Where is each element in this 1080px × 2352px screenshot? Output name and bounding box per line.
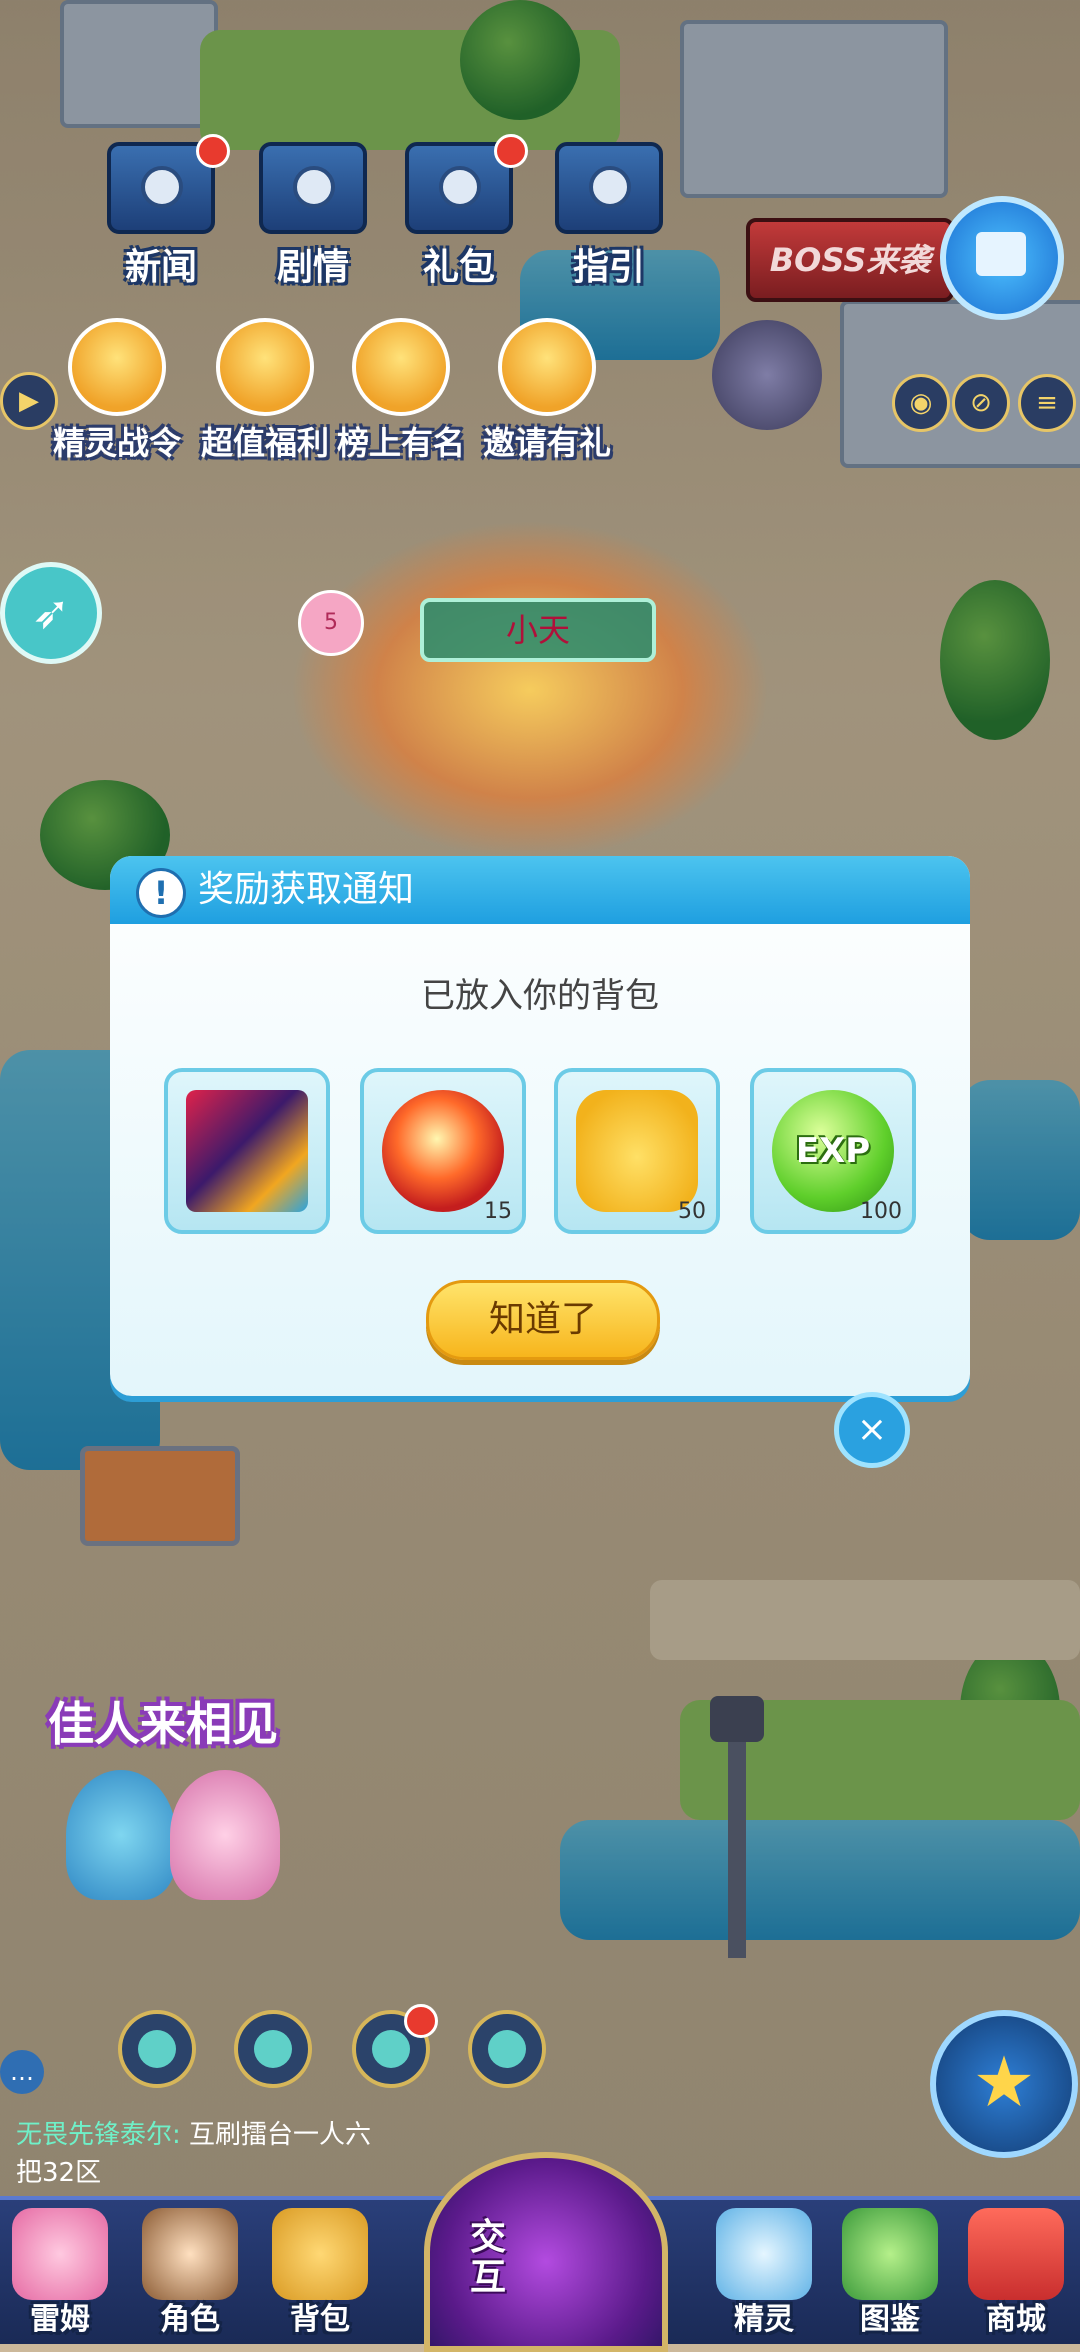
ranking-button[interactable]: 榜上有名 (326, 318, 476, 464)
confirm-button[interactable]: 知道了 (426, 1280, 660, 1360)
welfare-label: 超值福利 (200, 424, 329, 462)
news-label: 新闻 (124, 247, 197, 288)
street-lamp (710, 1696, 764, 1958)
nav-codex[interactable]: 图鉴 (830, 2200, 950, 2344)
bell-icon[interactable] (468, 2010, 546, 2088)
map-icon[interactable] (940, 196, 1064, 320)
nav-shop[interactable]: 商城 (956, 2200, 1076, 2344)
battle-pass-icon (68, 318, 166, 416)
story-label: 剧情 (276, 247, 349, 288)
guide-label: 指引 (572, 247, 645, 288)
fire-orb-icon (382, 1090, 504, 1212)
reward-notification-dialog: ! 奖励获取通知 已放入你的背包 15 50 EXP 100 知道了 (110, 856, 970, 1396)
expand-arrow-icon[interactable]: ▶ (0, 372, 58, 430)
dialog-title: 奖励获取通知 (198, 869, 415, 910)
event-banner-text[interactable]: 佳人来相见 (48, 1688, 278, 1754)
nav-label: 图鉴 (860, 2302, 920, 2337)
gift-pack-label: 礼包 (422, 247, 495, 288)
spirit-npc[interactable] (66, 1770, 176, 1900)
mecha-portrait-icon (186, 1090, 308, 1212)
nav-label: 商城 (986, 2302, 1046, 2337)
reward-item[interactable]: 50 (554, 1068, 720, 1234)
tool-button-1[interactable] (118, 2010, 196, 2088)
dialog-subtitle: 已放入你的背包 (421, 976, 659, 1016)
battle-pass-label: 精灵战令 (52, 424, 181, 462)
news-button[interactable]: 新闻 (96, 134, 230, 290)
interact-label: 交互 (470, 2217, 507, 2298)
player-name: 小天 (420, 598, 656, 662)
ranking-label: 榜上有名 (336, 424, 465, 462)
tool-button-2[interactable] (234, 2010, 312, 2088)
welfare-gift-icon (216, 318, 314, 416)
exclamation-icon: ! (136, 868, 186, 918)
guide-box-icon (555, 142, 663, 234)
nav-lemu[interactable]: 雷姆 (0, 2200, 120, 2344)
guide-button[interactable]: 指引 (544, 142, 674, 290)
dialog-header: ! 奖励获取通知 (110, 856, 970, 924)
invite-button[interactable]: 邀请有礼 (472, 318, 622, 464)
chat-bar[interactable]: … 无畏先锋泰尔: 互刷擂台一人六 把32区 (0, 2050, 900, 2200)
boss-event-banner[interactable]: BOSS来袭 (746, 218, 954, 302)
nav-label: 角色 (160, 2302, 220, 2337)
chat-bubble-icon[interactable]: … (0, 2050, 44, 2094)
pet-companion[interactable] (712, 320, 822, 430)
lemu-icon (12, 2208, 108, 2300)
interact-button[interactable]: 交互 (424, 2152, 668, 2352)
chat-message: 无畏先锋泰尔: 互刷擂台一人六 (16, 2114, 371, 2151)
spirit-icon (716, 2208, 812, 2300)
rocket-icon[interactable]: ➶ (0, 562, 102, 664)
reward-item[interactable]: EXP 100 (750, 1068, 916, 1234)
gift-pack-button[interactable]: 礼包 (394, 134, 528, 290)
codex-icon (842, 2208, 938, 2300)
sound-icon[interactable]: ◉ (892, 374, 950, 432)
tool-button-3[interactable] (352, 2004, 438, 2088)
nav-character[interactable]: 角色 (130, 2200, 250, 2344)
reward-quantity: 15 (484, 1199, 512, 1224)
story-button[interactable]: 剧情 (248, 142, 378, 290)
reward-item[interactable]: 15 (360, 1068, 526, 1234)
shop-icon (968, 2208, 1064, 2300)
reward-quantity: 50 (678, 1199, 706, 1224)
star-wand-icon[interactable]: ★ (930, 2010, 1078, 2158)
nav-label: 背包 (290, 2302, 350, 2337)
backpack-icon (272, 2208, 368, 2300)
welfare-button[interactable]: 超值福利 (190, 318, 340, 464)
trophy-icon (352, 318, 450, 416)
mute-icon[interactable]: ⊘ (952, 374, 1010, 432)
nav-spirit[interactable]: 精灵 (704, 2200, 824, 2344)
reward-item[interactable] (164, 1068, 330, 1234)
chat-speaker: 无畏先锋泰尔: (16, 2120, 181, 2150)
battle-pass-button[interactable]: 精灵战令 (42, 318, 192, 464)
player-character[interactable] (290, 520, 770, 860)
notification-badge (196, 134, 230, 168)
bench (80, 1446, 240, 1546)
invite-label: 邀请有礼 (482, 424, 611, 462)
reward-quantity: 100 (860, 1199, 902, 1224)
notification-badge (404, 2004, 438, 2038)
pet-level-badge: 5 (298, 590, 364, 656)
nav-backpack[interactable]: 背包 (260, 2200, 380, 2344)
story-box-icon (259, 142, 367, 234)
chat-message-continued: 把32区 (16, 2158, 102, 2188)
invite-chest-icon (498, 318, 596, 416)
chat-text: 互刷擂台一人六 (189, 2120, 372, 2150)
yellow-cat-token-icon (576, 1090, 698, 1212)
nav-label: 雷姆 (30, 2302, 90, 2337)
reward-items: 15 50 EXP 100 (164, 1068, 924, 1238)
character-icon (142, 2208, 238, 2300)
notification-badge (494, 134, 528, 168)
spirit-npc[interactable] (170, 1770, 280, 1900)
exp-orb-icon: EXP (772, 1090, 894, 1212)
menu-list-icon[interactable]: ≡ (1018, 374, 1076, 432)
nav-label: 精灵 (734, 2302, 794, 2337)
close-icon[interactable]: × (834, 1392, 910, 1468)
